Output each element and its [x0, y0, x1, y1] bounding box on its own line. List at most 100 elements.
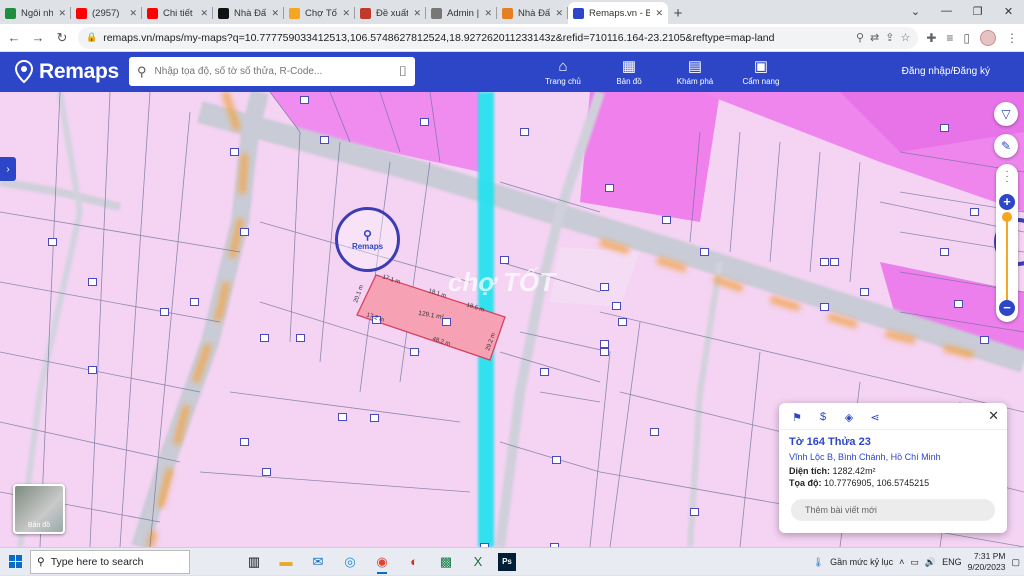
close-tab-icon[interactable]: ✕ [200, 8, 208, 19]
profile-avatar[interactable] [980, 29, 996, 46]
zoom-track[interactable] [1006, 214, 1008, 300]
parcel-number-marker[interactable] [650, 428, 659, 436]
thermometer-icon[interactable]: 🌡 [813, 557, 824, 568]
parcel-number-marker[interactable] [230, 148, 239, 156]
parcel-number-marker[interactable] [48, 238, 57, 246]
address-bar[interactable]: 🔒 remaps.vn/maps/my-maps?q=10.7777590334… [78, 26, 919, 49]
directions-icon[interactable]: ◈ [841, 409, 857, 425]
browser-tab[interactable]: Admin | Nhà Đ ✕ [426, 2, 497, 24]
parcel-number-marker[interactable] [540, 368, 549, 376]
browser-tab[interactable]: Ngôi nhà onli ✕ [0, 2, 71, 24]
close-tab-icon[interactable]: ✕ [129, 8, 137, 19]
camera-scan-icon[interactable]: ⌷ [399, 63, 407, 80]
nav-item[interactable]: ▦ Bản đồ [596, 52, 662, 92]
sidebar-toggle-button[interactable]: › [0, 157, 16, 181]
close-tab-icon[interactable]: ✕ [271, 8, 279, 19]
close-tab-icon[interactable]: ✕ [58, 8, 66, 19]
parcel-number-marker[interactable] [690, 508, 699, 516]
browser-tab[interactable]: Chi tiết video ✕ [142, 2, 213, 24]
zoom-out-button[interactable]: − [999, 300, 1015, 316]
add-post-button[interactable]: Thêm bài viết mới [791, 499, 995, 521]
parcel-number-marker[interactable] [320, 136, 329, 144]
photoshop-icon[interactable]: Ps [498, 552, 516, 571]
parcel-number-marker[interactable] [262, 468, 271, 476]
url-text[interactable]: remaps.vn/maps/my-maps?q=10.777759033412… [103, 32, 850, 44]
parcel-number-marker[interactable] [940, 124, 949, 132]
browser-tab[interactable]: Nhà Đất Hậu ✕ [213, 2, 284, 24]
browser-tab[interactable]: Đề xuất Bình ✕ [355, 2, 426, 24]
location-icon[interactable]: ⚲ [856, 31, 864, 44]
task-view-icon[interactable]: ▥ [242, 550, 266, 574]
parcel-number-marker[interactable] [612, 302, 621, 310]
more-options-icon[interactable]: · · · [996, 167, 1018, 187]
parcel-number-marker[interactable] [600, 348, 609, 356]
parcel-number-marker[interactable] [600, 340, 609, 348]
share-icon[interactable]: ⋖ [867, 409, 883, 425]
network-icon[interactable]: ▭ [910, 557, 919, 568]
edge-icon[interactable]: ◎ [338, 550, 362, 574]
parcel-number-marker[interactable] [662, 216, 671, 224]
browser-tab[interactable]: Chợ Tốt - Đăn ✕ [284, 2, 355, 24]
parcel-number-marker[interactable] [700, 248, 709, 256]
lock-icon[interactable]: 🔒 [86, 32, 97, 43]
file-explorer-icon[interactable]: ▬ [274, 550, 298, 574]
parcel-number-marker[interactable] [830, 258, 839, 266]
reading-list-icon[interactable]: ≡ [946, 31, 953, 45]
parcel-number-marker[interactable] [410, 348, 419, 356]
parcel-address[interactable]: Vĩnh Lộc B, Bình Chánh, Hồ Chí Minh [789, 452, 941, 462]
search-input[interactable] [154, 66, 391, 77]
share-icon[interactable]: ⇪ [885, 31, 894, 44]
browser-menu-icon[interactable]: ⋮ [1006, 31, 1018, 45]
volume-icon[interactable]: 🔊 [925, 557, 936, 568]
tab-search-icon[interactable]: ⌄ [900, 0, 931, 22]
weather-text[interactable]: Gần mức kỷ lục [830, 557, 893, 567]
parcel-number-marker[interactable] [190, 298, 199, 306]
close-tab-icon[interactable]: ✕ [655, 8, 663, 19]
translate-icon[interactable]: ⇄ [870, 31, 879, 44]
notifications-icon[interactable]: ▢ [1011, 557, 1020, 568]
close-tab-icon[interactable]: ✕ [555, 8, 563, 19]
minimize-button[interactable]: — [931, 0, 962, 22]
parcel-number-marker[interactable] [552, 456, 561, 464]
filter-icon[interactable]: ▽ [994, 102, 1018, 126]
parcel-number-marker[interactable] [860, 288, 869, 296]
app-icon[interactable]: ◐ [402, 550, 426, 574]
close-icon[interactable]: ✕ [988, 408, 999, 424]
browser-tab[interactable]: (2957) ✕ [71, 2, 142, 24]
parcel-number-marker[interactable] [88, 366, 97, 374]
login-register-link[interactable]: Đăng nhập/Đăng ký [902, 66, 990, 77]
close-tab-icon[interactable]: ✕ [484, 8, 492, 19]
parcel-number-marker[interactable] [520, 128, 529, 136]
mail-icon[interactable]: ✉ [306, 550, 330, 574]
parcel-number-marker[interactable] [940, 248, 949, 256]
start-button[interactable] [0, 548, 30, 576]
parcel-number-marker[interactable] [618, 318, 627, 326]
parcel-number-marker[interactable] [300, 96, 309, 104]
nav-item[interactable]: ⌂ Trang chủ [530, 52, 596, 92]
extensions-icon[interactable]: ✚ [926, 31, 936, 45]
parcel-number-marker[interactable] [338, 413, 347, 421]
taskbar-search[interactable]: ⚲ Type here to search [30, 549, 190, 574]
sticky-app-icon[interactable]: ▩ [434, 550, 458, 574]
bookmark-star-icon[interactable]: ☆ [900, 31, 910, 44]
parcel-number-marker[interactable] [240, 228, 249, 236]
close-window-button[interactable]: ✕ [993, 0, 1024, 22]
parcel-number-marker[interactable] [160, 308, 169, 316]
parcel-number-marker[interactable] [605, 184, 614, 192]
excel-icon[interactable]: X [466, 550, 490, 574]
nav-item[interactable]: ▣ Cẩm nang [728, 52, 794, 92]
parcel-number-marker[interactable] [370, 414, 379, 422]
basemap-switcher[interactable]: Bản đồ [13, 484, 65, 534]
tray-chevron-icon[interactable]: ˄ [899, 557, 904, 567]
close-tab-icon[interactable]: ✕ [413, 8, 421, 19]
parcel-number-marker[interactable] [240, 438, 249, 446]
search-icon[interactable]: ⚲ [137, 64, 147, 80]
chrome-icon[interactable]: ◉ [370, 550, 394, 574]
zoom-in-button[interactable]: + [999, 194, 1015, 210]
parcel-number-marker[interactable] [980, 336, 989, 344]
parcel-number-marker[interactable] [954, 300, 963, 308]
parcel-number-marker[interactable] [970, 208, 979, 216]
browser-tab[interactable]: Remaps.vn - B ✕ [568, 2, 668, 24]
reload-icon[interactable]: ↻ [54, 30, 70, 46]
parcel-number-marker[interactable] [600, 283, 609, 291]
